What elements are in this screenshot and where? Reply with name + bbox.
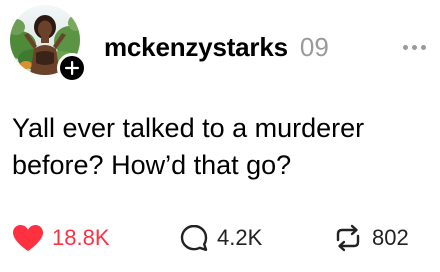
post-timestamp: 09 <box>299 31 329 62</box>
more-horizontal-icon <box>421 44 426 50</box>
reply-count: 4.2K <box>217 225 263 250</box>
follow-button[interactable] <box>57 53 87 83</box>
repost-count: 802 <box>372 225 409 250</box>
more-horizontal-icon <box>412 44 417 50</box>
post-actions: 18.8K 4.2K 802 <box>12 220 430 256</box>
thread-post: mckenzystarks 09 Yall ever talked to a m… <box>0 0 440 272</box>
post-header: mckenzystarks 09 <box>104 27 428 67</box>
more-horizontal-icon <box>403 44 408 50</box>
author-avatar-container <box>10 5 87 83</box>
post-text: Yall ever talked to a murderer before? H… <box>12 113 365 180</box>
repost-button[interactable]: 802 <box>332 220 409 256</box>
like-button[interactable]: 18.8K <box>12 220 110 256</box>
like-count: 18.8K <box>52 225 110 250</box>
reply-button[interactable]: 4.2K <box>179 220 262 256</box>
comment-icon <box>180 224 208 251</box>
repost-icon <box>336 224 360 252</box>
heart-icon <box>13 225 43 251</box>
plus-icon <box>65 61 79 75</box>
more-options-button[interactable] <box>401 39 428 56</box>
author-username[interactable]: mckenzystarks <box>104 32 288 63</box>
